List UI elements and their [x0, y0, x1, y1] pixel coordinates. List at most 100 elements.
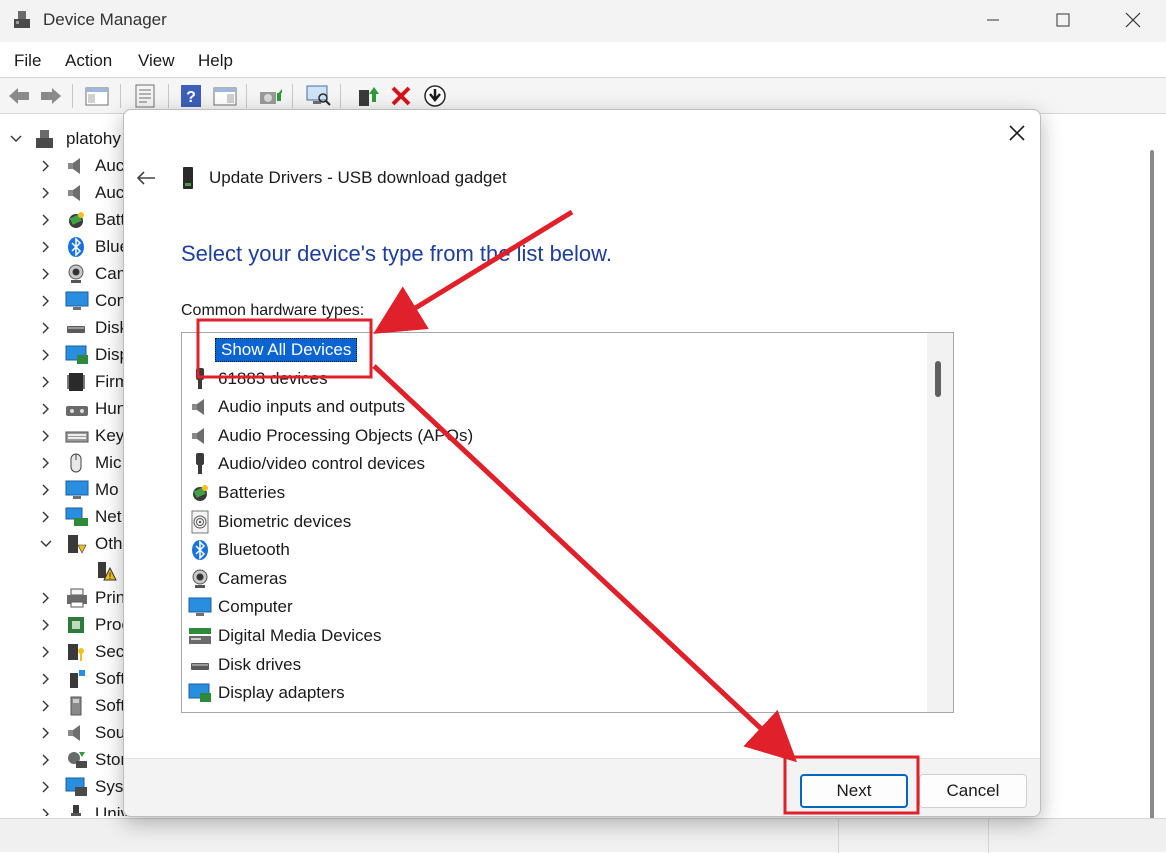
hardware-type-item[interactable]: Audio inputs and outputs [188, 393, 405, 421]
hardware-type-item[interactable]: Biometric devices [188, 508, 351, 536]
chevron-right-icon[interactable] [40, 781, 52, 793]
usb-device-icon [183, 167, 193, 189]
chevron-right-icon[interactable] [40, 511, 52, 523]
hardware-types-label: Common hardware types: [181, 302, 365, 319]
tree-node[interactable]: Blue [0, 233, 130, 260]
dialog-back-button[interactable] [134, 166, 158, 190]
chevron-right-icon[interactable] [40, 592, 52, 604]
tree-node[interactable]: Oth [0, 530, 130, 557]
tree-node[interactable]: Hun [0, 395, 130, 422]
window-close-button[interactable] [1098, 0, 1166, 40]
help-button[interactable]: ? [178, 83, 204, 109]
disable-device-button[interactable] [422, 83, 448, 109]
chevron-right-icon[interactable] [40, 727, 52, 739]
chevron-right-icon[interactable] [40, 295, 52, 307]
hardware-type-item[interactable]: Batteries [188, 479, 285, 507]
security-icon [65, 641, 87, 663]
menu-action[interactable]: Action [65, 51, 112, 71]
tree-node[interactable]: Auc [0, 179, 130, 206]
tree-node[interactable]: Prin [0, 584, 130, 611]
display-adapter-icon [65, 344, 88, 366]
chevron-right-icon[interactable] [40, 349, 52, 361]
chevron-right-icon[interactable] [40, 673, 52, 685]
chevron-right-icon[interactable] [40, 187, 52, 199]
chevron-right-icon[interactable] [40, 214, 52, 226]
menu-file[interactable]: File [14, 51, 41, 71]
chevron-right-icon[interactable] [40, 160, 52, 172]
menu-help[interactable]: Help [198, 51, 233, 71]
tree-node[interactable]: Cam [0, 260, 131, 287]
hardware-type-item[interactable]: Computer [188, 593, 293, 621]
tree-node-label: Con [95, 290, 127, 310]
chevron-right-icon[interactable] [40, 430, 52, 442]
tree-node[interactable]: Univ [0, 800, 130, 816]
chevron-right-icon[interactable] [40, 457, 52, 469]
close-icon [1125, 12, 1141, 28]
action-pane-button[interactable] [212, 83, 238, 109]
hardware-type-item[interactable]: Bluetooth [188, 536, 290, 564]
chevron-right-icon[interactable] [40, 241, 52, 253]
chevron-right-icon[interactable] [40, 376, 52, 388]
toolbar-separator [246, 84, 247, 108]
tree-node[interactable]: Disp [0, 341, 130, 368]
hardware-type-item[interactable]: 61883 devices [188, 365, 328, 393]
tree-node[interactable]: Proc [0, 611, 130, 638]
hardware-type-item[interactable]: Display adapters [188, 679, 345, 707]
uninstall-device-button[interactable] [388, 83, 414, 109]
tree-node[interactable]: Disk [0, 314, 130, 341]
status-cell [838, 819, 988, 853]
chevron-right-icon[interactable] [40, 808, 52, 817]
tree-node[interactable]: Net [0, 503, 130, 530]
tree-node[interactable]: Syst [0, 773, 130, 800]
chevron-right-icon[interactable] [40, 619, 52, 631]
firmware-icon [65, 371, 87, 393]
hardware-type-item[interactable]: Disk drives [188, 651, 301, 679]
hardware-type-item[interactable]: Audio Processing Objects (APOs) [188, 422, 473, 450]
show-hide-console-tree-button[interactable] [84, 83, 110, 109]
menu-view[interactable]: View [138, 51, 175, 71]
chevron-right-icon[interactable] [40, 322, 52, 334]
dialog-close-button[interactable] [1004, 120, 1030, 146]
tree-node[interactable]: Stor [0, 746, 130, 773]
enable-device-button[interactable] [354, 83, 380, 109]
list-scroll-thumb[interactable] [935, 361, 941, 397]
main-scroll-thumb[interactable] [1150, 150, 1154, 820]
chevron-right-icon[interactable] [40, 646, 52, 658]
tree-node[interactable]: Batt [0, 206, 130, 233]
tree-node[interactable]: Soft [0, 665, 130, 692]
tree-node[interactable]: Soft [0, 692, 130, 719]
forward-button[interactable] [38, 83, 64, 109]
tree-node[interactable]: Mic [0, 449, 130, 476]
chevron-right-icon[interactable] [40, 403, 52, 415]
tree-node[interactable]: Key [0, 422, 130, 449]
tree-node[interactable]: Firm [0, 368, 130, 395]
tree-node[interactable]: Sou [0, 719, 130, 746]
hardware-type-item[interactable]: Digital Media Devices [188, 622, 381, 650]
properties-button[interactable] [132, 83, 158, 109]
hardware-types-list[interactable]: Show All Devices 61883 devices Audio input… [181, 332, 954, 713]
next-button[interactable]: Next [800, 774, 908, 808]
chevron-right-icon[interactable] [40, 484, 52, 496]
hardware-type-item[interactable]: Audio/video control devices [188, 450, 425, 478]
tree-node[interactable]: Mo [0, 476, 130, 503]
hardware-type-item[interactable]: Cameras [188, 565, 287, 593]
chevron-right-icon[interactable] [40, 268, 52, 280]
chevron-down-icon[interactable] [40, 538, 52, 550]
battery-icon [65, 209, 87, 231]
back-button[interactable] [6, 83, 32, 109]
chevron-right-icon[interactable] [40, 754, 52, 766]
hardware-type-item[interactable]: Show All Devices [188, 336, 358, 364]
toolbar-separator [120, 84, 121, 108]
chevron-down-icon[interactable] [10, 133, 22, 145]
minimize-button[interactable] [958, 0, 1028, 40]
maximize-button[interactable] [1028, 0, 1098, 40]
update-driver-button[interactable] [258, 83, 284, 109]
tree-node[interactable]: Con [0, 287, 130, 314]
camera-icon [188, 567, 212, 591]
scan-hardware-button[interactable] [305, 83, 331, 109]
tree-node[interactable]: Sec [0, 638, 130, 665]
tree-root[interactable]: platohy [0, 125, 130, 152]
chevron-right-icon[interactable] [40, 700, 52, 712]
cancel-button[interactable]: Cancel [919, 774, 1027, 808]
tree-node[interactable]: Auc [0, 152, 130, 179]
